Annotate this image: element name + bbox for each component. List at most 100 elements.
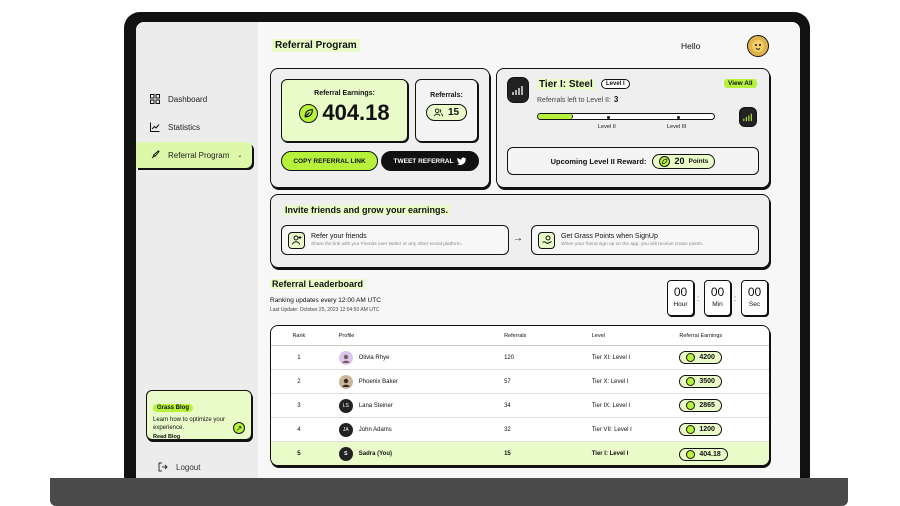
timer-hour-value: 00 — [673, 285, 688, 299]
sidebar-item-statistics[interactable]: Statistics — [150, 122, 200, 132]
reward-points-unit: Points — [688, 157, 709, 165]
profile-name: Olivia Rhye — [358, 354, 390, 361]
tweet-referral-label: TWEET REFERRAL — [393, 157, 454, 165]
referrals-value: 15 — [447, 107, 460, 118]
invite-card: Invite friends and grow your earnings. R… — [270, 194, 770, 268]
profile-name: Lana Steiner — [358, 402, 393, 409]
upcoming-reward-label: Upcoming Level II Reward: — [550, 156, 647, 166]
rank-cell: 5 — [297, 451, 301, 457]
sidebar-item-referral-program[interactable]: Referral Program ⌄ — [136, 142, 252, 168]
timer-min: 00 Min — [704, 280, 731, 316]
hand-coin-icon — [538, 231, 555, 249]
table-header: Rank Profile Referrals Level Referral Ea… — [271, 326, 769, 346]
step-title: Refer your friends — [311, 233, 367, 240]
level-cell: Tier VII: Level I — [591, 426, 632, 433]
logout-button[interactable]: Logout — [158, 462, 200, 472]
earnings-pill: 3500 — [679, 375, 722, 388]
timer-sec-unit: Sec — [748, 301, 761, 308]
avatar[interactable] — [747, 35, 769, 57]
step-refer-friends: Refer your friends Share the link with y… — [281, 225, 509, 255]
page-title: Referral Program — [272, 39, 360, 52]
referrals-cell: 120 — [504, 354, 515, 361]
referrals-cell: 32 — [504, 426, 511, 433]
step-subtitle: When your friend sign up on the app, you… — [561, 242, 704, 247]
timer-sec-value: 00 — [747, 285, 762, 299]
referrals-cell: 34 — [504, 402, 511, 409]
table-row[interactable]: 4 JA John Adams 32 Tier VII: Level I 120… — [271, 418, 769, 442]
rank-cell: 2 — [297, 378, 301, 385]
earnings-cell: 4200 — [679, 351, 769, 364]
view-all-link[interactable]: View All — [724, 79, 757, 88]
app-screen: Dashboard Statistics Referral Program ⌄ … — [136, 22, 800, 478]
tier-badge-icon — [507, 77, 529, 103]
blog-card[interactable]: Grass Blog Learn how to optimize your ex… — [146, 390, 252, 440]
column-header: Referral Earnings — [679, 332, 723, 339]
earnings-cell: 404.18 — [679, 447, 769, 461]
main-content: Referral Program Hello Referral Earnings… — [258, 22, 800, 478]
copy-referral-link-button[interactable]: COPY REFERRAL LINK — [281, 151, 378, 171]
arrow-up-right-icon[interactable]: ↗ — [233, 422, 245, 434]
leaf-icon — [659, 155, 671, 167]
rank-cell: 1 — [297, 354, 301, 361]
column-header: Level — [591, 332, 605, 339]
tweet-referral-button[interactable]: TWEET REFERRAL — [381, 151, 479, 171]
earnings-value: 4200 — [699, 354, 715, 361]
earnings-pill: 4200 — [679, 351, 722, 364]
earnings-pill: 404.18 — [679, 447, 728, 461]
timer-hour: 00 Hour — [667, 280, 694, 316]
tier-progress-bar — [537, 113, 715, 120]
reward-points-pill: 20 Points — [652, 153, 716, 169]
rank-cell: 4 — [297, 426, 301, 433]
read-blog-link[interactable]: Read Blog — [153, 434, 245, 440]
sidebar-item-label: Statistics — [168, 122, 201, 132]
referrals-left-value: 3 — [613, 95, 619, 104]
level-ii-marker — [606, 115, 610, 119]
timer-sec: 00 Sec — [741, 280, 768, 316]
rocket-icon — [151, 150, 160, 159]
users-icon — [433, 108, 443, 117]
profile-cell: S Sadra (You) — [327, 447, 504, 461]
leaderboard-table: Rank Profile Referrals Level Referral Ea… — [270, 325, 770, 466]
table-row[interactable]: 3 LS Lana Steiner 34 Tier IX: Level I 28… — [271, 394, 769, 418]
avatar — [338, 374, 353, 389]
laptop-base — [50, 478, 848, 506]
earnings-value: 3500 — [699, 378, 715, 385]
earnings-box: Referral Earnings: 404.18 — [281, 79, 408, 142]
earnings-label: Referral Earnings: — [314, 90, 375, 97]
leaderboard-last-update: Last Update: October 25, 2023 12:04:50 A… — [270, 307, 380, 313]
level-iii-marker — [677, 115, 681, 119]
profile-name: John Adams — [358, 426, 392, 433]
timer-separator: : — [697, 294, 700, 303]
table-row[interactable]: 2 Phoenix Baker 57 Tier X: Level I 3500 — [271, 370, 769, 394]
earnings-value: 1200 — [699, 426, 715, 433]
column-header: Profile — [338, 332, 355, 339]
earnings-value-row: 404.18 — [282, 100, 407, 126]
step-text: Get Grass Points when SignUp When your f… — [561, 233, 703, 247]
logout-icon — [158, 462, 168, 472]
grid-icon — [150, 94, 160, 104]
step-get-points: Get Grass Points when SignUp When your f… — [531, 225, 759, 255]
profile-name: Phoenix Baker — [358, 378, 398, 385]
table-row[interactable]: 1 Olivia Rhye 120 Tier XI: Level I 4200 — [271, 346, 769, 370]
sidebar-item-dashboard[interactable]: Dashboard — [150, 94, 207, 104]
leaf-icon — [686, 449, 696, 459]
earnings-value: 404.18 — [322, 100, 390, 125]
table-row-current-user[interactable]: 5 S Sadra (You) 15 Tier I: Level I 404.1… — [271, 442, 769, 465]
step-subtitle: Share the link with you Friends over twi… — [311, 242, 462, 247]
level-cell: Tier IX: Level I — [591, 402, 631, 409]
timer-min-value: 00 — [710, 285, 725, 299]
timer-min-unit: Min — [712, 301, 723, 308]
earnings-pill: 2865 — [679, 399, 722, 412]
level-cell: Tier XI: Level I — [591, 354, 631, 361]
referrals-cell: 57 — [504, 378, 511, 385]
avatar: S — [338, 447, 353, 461]
avatar — [338, 350, 353, 365]
add-user-icon — [288, 231, 305, 249]
rank-cell: 3 — [297, 402, 301, 409]
referrals-left: Referrals left to Level II: 3 — [537, 95, 618, 104]
leaf-icon — [299, 103, 319, 123]
avatar: JA — [338, 422, 353, 437]
leaderboard-subtitle: Ranking updates every 12:00 AM UTC — [270, 297, 381, 304]
tier-progress-fill — [538, 114, 574, 119]
level-ii-label: Level II — [598, 124, 616, 130]
